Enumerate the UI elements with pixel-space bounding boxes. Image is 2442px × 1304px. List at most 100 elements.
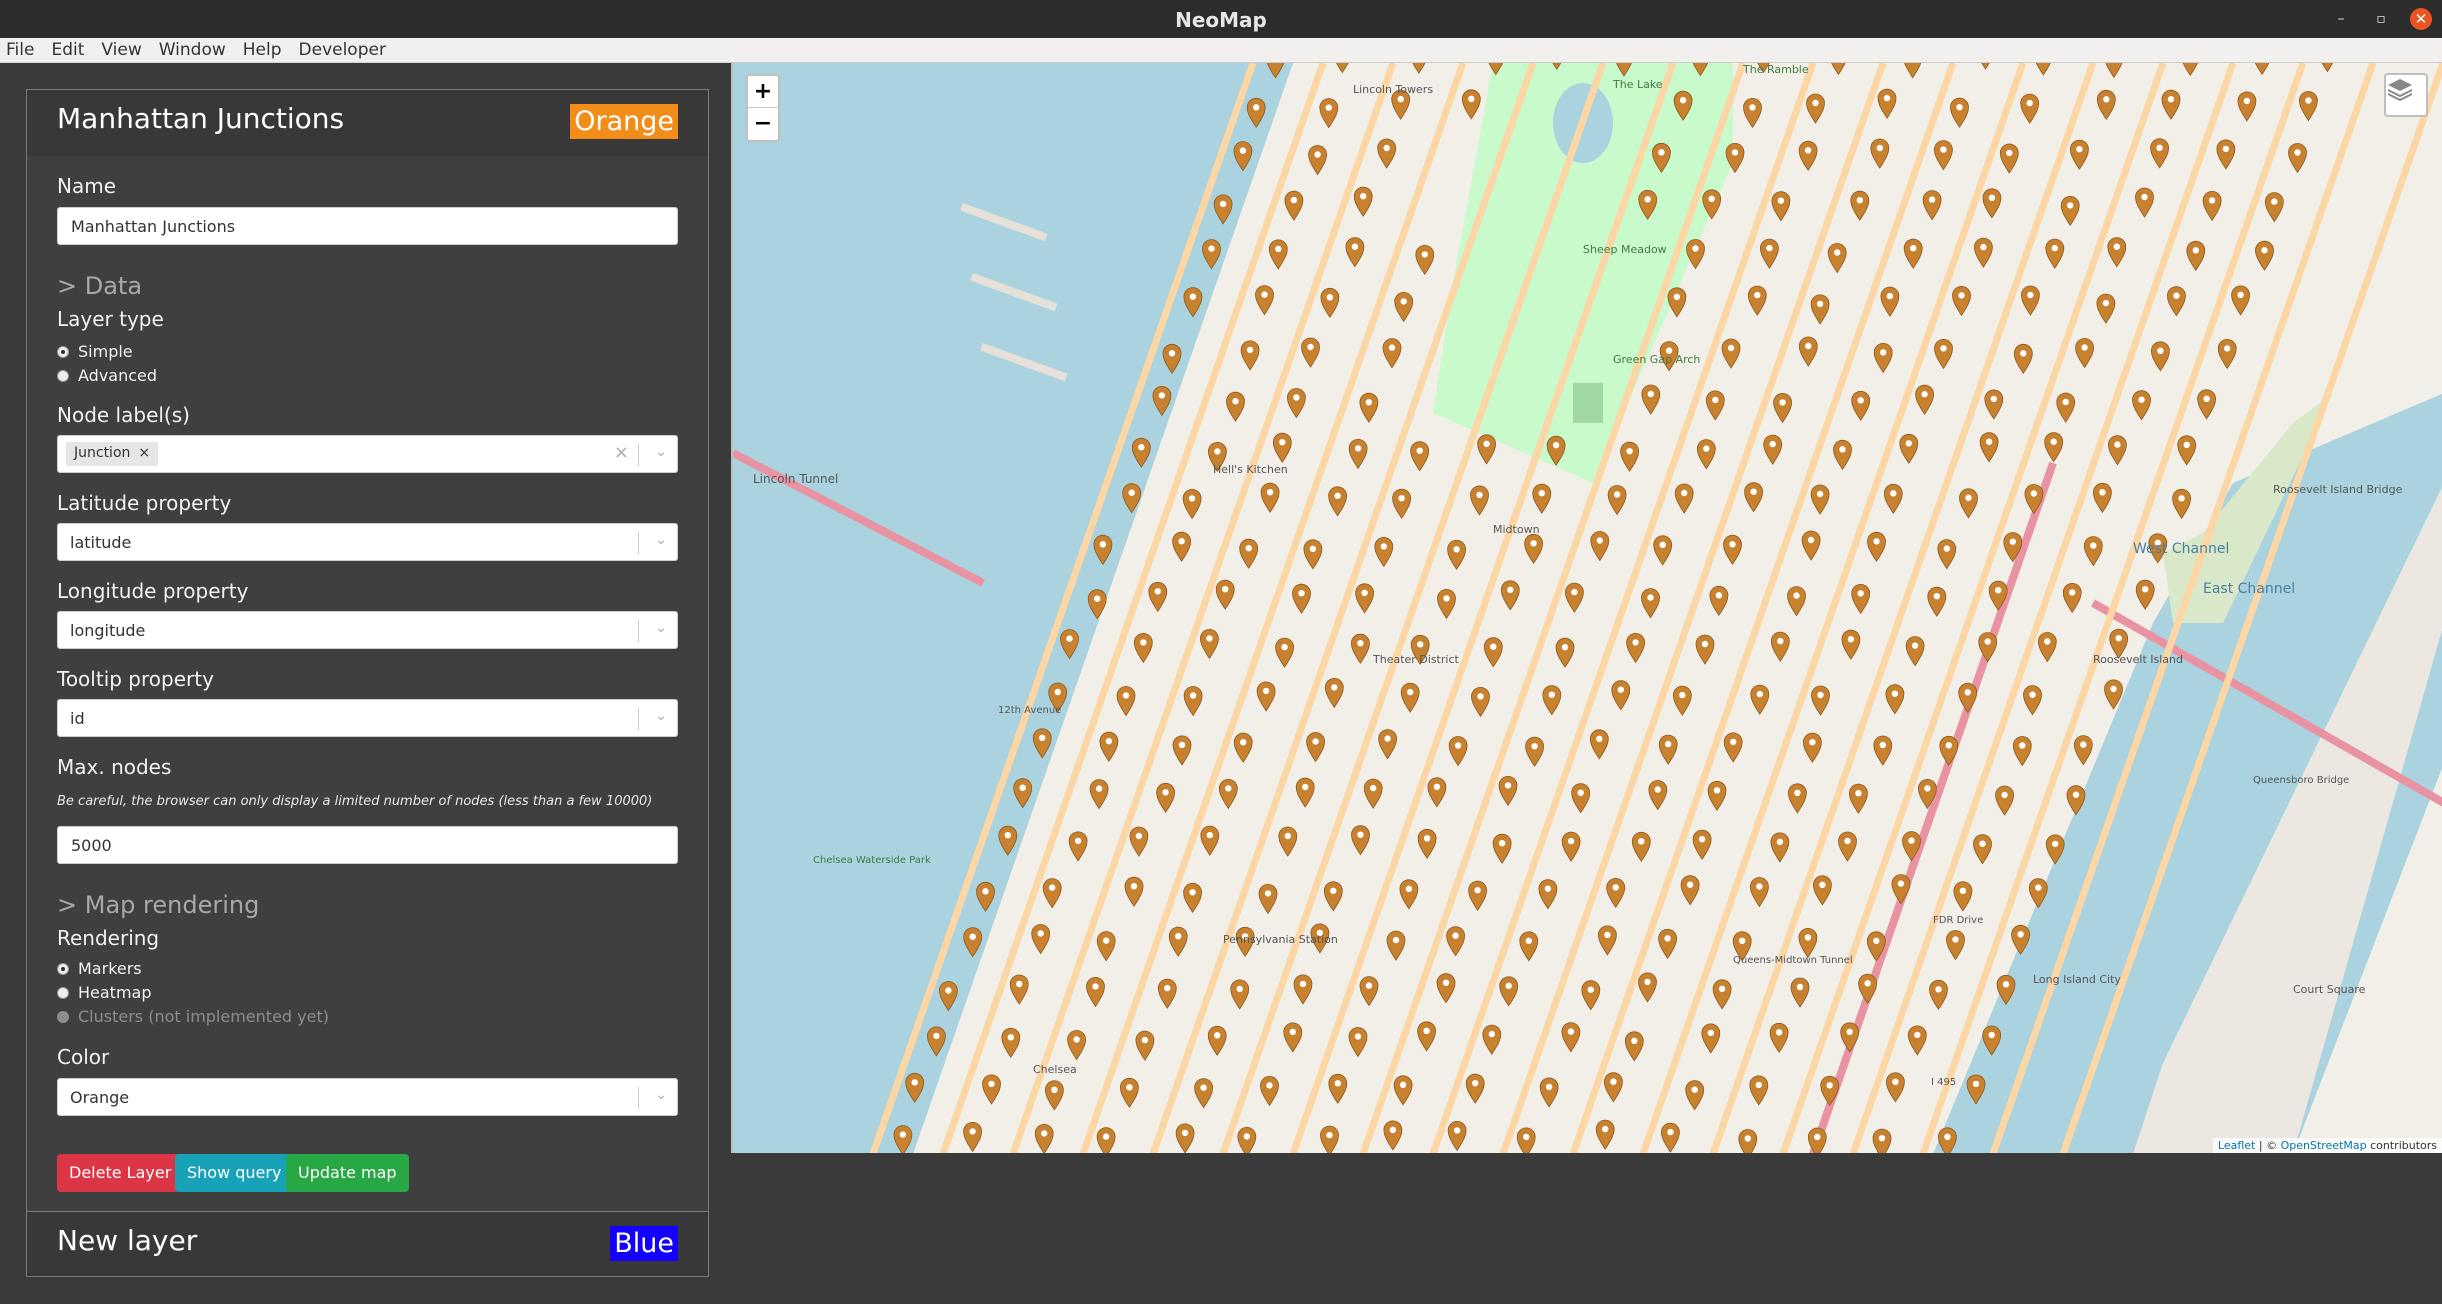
map-marker[interactable]	[1162, 343, 1182, 375]
menu-edit[interactable]: Edit	[51, 40, 84, 60]
leaflet-link[interactable]: Leaflet	[2218, 1139, 2255, 1152]
map-marker[interactable]	[1152, 386, 1172, 417]
map-marker[interactable]	[1131, 437, 1151, 468]
map-marker[interactable]	[1246, 97, 1266, 129]
map-marker[interactable]	[1996, 974, 2016, 1006]
map-marker[interactable]	[1093, 534, 1113, 566]
attribution-tail: contributors	[2366, 1139, 2437, 1152]
chevron-down-icon[interactable]: ⌄	[655, 708, 667, 724]
longitude-select[interactable]: longitude ⌄	[57, 611, 678, 649]
menu-developer[interactable]: Developer	[299, 40, 386, 60]
latitude-label: Latitude property	[57, 491, 232, 515]
map-label-roosevelt-bridge: Roosevelt Island Bridge	[2273, 483, 2403, 496]
minimize-button[interactable]: –	[2330, 8, 2352, 30]
radio-advanced[interactable]: Advanced	[57, 366, 157, 385]
max-nodes-help: Be careful, the browser can only display…	[57, 794, 653, 809]
select-separator	[638, 532, 639, 554]
radio-simple[interactable]: Simple	[57, 342, 133, 361]
longitude-label: Longitude property	[57, 579, 249, 603]
map-marker[interactable]	[1266, 63, 1285, 79]
map-marker[interactable]	[1233, 141, 1253, 172]
chevron-down-icon[interactable]: ⌄	[655, 532, 667, 548]
latitude-select[interactable]: latitude ⌄	[57, 523, 678, 561]
attribution-separator: | ©	[2255, 1139, 2281, 1152]
name-label: Name	[57, 174, 117, 198]
map-marker[interactable]	[938, 981, 958, 1012]
map-marker[interactable]	[1213, 194, 1233, 225]
radio-label: Advanced	[78, 366, 158, 385]
map-marker[interactable]	[1183, 287, 1203, 318]
map-marker[interactable]	[976, 881, 995, 913]
map-marker[interactable]	[1982, 1025, 2002, 1056]
map-marker[interactable]	[1032, 728, 1052, 759]
radio-markers[interactable]: Markers	[57, 959, 142, 978]
pier	[970, 272, 1058, 312]
map-marker[interactable]	[1938, 1127, 1957, 1153]
map-marker[interactable]	[893, 1125, 913, 1153]
menu-file[interactable]: File	[6, 40, 34, 60]
map-marker[interactable]	[998, 825, 1018, 856]
new-layer-header[interactable]: New layer Blue	[26, 1211, 709, 1277]
map-marker[interactable]	[1966, 1074, 1986, 1105]
map-canvas[interactable]: Lincoln Tunnel West Channel East Channel…	[733, 63, 2442, 1153]
map-marker[interactable]	[1202, 239, 1221, 270]
node-labels-select[interactable]: Junction × × ⌄	[57, 435, 678, 473]
map-label-theater-district: Theater District	[1372, 653, 1459, 666]
menu-view[interactable]: View	[101, 40, 141, 60]
map-label-queensboro-bridge: Queensboro Bridge	[2253, 775, 2349, 786]
radio-heatmap[interactable]: Heatmap	[57, 983, 152, 1002]
map-marker[interactable]	[1060, 629, 1079, 660]
chevron-down-icon[interactable]: ⌄	[655, 444, 667, 460]
maximize-button[interactable]: ▫	[2370, 8, 2392, 30]
map-label-lincoln-tunnel: Lincoln Tunnel	[753, 472, 838, 486]
max-nodes-input[interactable]: 5000	[57, 826, 678, 864]
map-rendering-section-toggle[interactable]: > Map rendering	[57, 891, 259, 919]
node-label-chip: Junction ×	[66, 442, 159, 466]
select-value: Orange	[70, 1088, 130, 1107]
radio-dot	[57, 962, 69, 975]
new-layer-color-badge: Blue	[610, 1226, 678, 1261]
layers-control[interactable]	[2384, 73, 2428, 117]
zoom-out-button[interactable]: −	[748, 108, 778, 140]
rendering-label: Rendering	[57, 926, 160, 950]
update-map-button[interactable]: Update map	[286, 1154, 409, 1192]
color-select[interactable]: Orange ⌄	[57, 1078, 678, 1116]
delete-layer-button[interactable]: Delete Layer	[57, 1154, 184, 1192]
map-marker[interactable]	[1013, 778, 1033, 809]
map-label-court-square: Court Square	[2293, 983, 2366, 996]
select-value: longitude	[70, 621, 146, 640]
chip-remove-icon[interactable]: ×	[138, 445, 150, 461]
chevron-down-icon[interactable]: ⌄	[655, 620, 667, 636]
map-attribution: Leaflet | © OpenStreetMap contributors	[2212, 1138, 2442, 1153]
color-badge: Orange	[570, 104, 678, 139]
chevron-down-icon[interactable]: ⌄	[655, 1087, 667, 1103]
menu-window[interactable]: Window	[159, 40, 226, 60]
map-label-queens-midtown-tunnel: Queens-Midtown Tunnel	[1733, 955, 1853, 966]
map-view[interactable]: Lincoln Tunnel West Channel East Channel…	[731, 62, 2442, 1153]
layer-panel: Manhattan Junctions Orange Name Manhatta…	[26, 89, 709, 1213]
zoom-in-button[interactable]: +	[748, 76, 778, 108]
data-section-toggle[interactable]: > Data	[57, 272, 142, 300]
menu-help[interactable]: Help	[243, 40, 282, 60]
map-marker[interactable]	[963, 927, 983, 958]
map-label-i495: I 495	[1931, 1077, 1956, 1088]
map-label-the-lake: The Lake	[1612, 78, 1663, 91]
map-label-sheep-meadow: Sheep Meadow	[1583, 243, 1667, 256]
layer-header[interactable]: Manhattan Junctions Orange	[27, 90, 708, 156]
osm-link[interactable]: OpenStreetMap	[2281, 1139, 2367, 1152]
map-label-lic: Long Island City	[2033, 973, 2121, 986]
name-input[interactable]: Manhattan Junctions	[57, 207, 678, 245]
new-layer-title: New layer	[57, 1224, 198, 1257]
layer-type-label: Layer type	[57, 307, 164, 331]
close-button[interactable]: ✕	[2410, 8, 2432, 30]
map-marker[interactable]	[926, 1026, 946, 1057]
node-labels-label: Node label(s)	[57, 403, 190, 427]
tooltip-select[interactable]: id ⌄	[57, 699, 678, 737]
radio-dot	[57, 986, 69, 999]
map-label-green-gap-arch: Green Gap Arch	[1613, 353, 1700, 366]
select-separator	[638, 620, 639, 642]
map-marker[interactable]	[905, 1072, 925, 1104]
clear-icon[interactable]: ×	[614, 442, 629, 463]
map-label-fdr-drive: FDR Drive	[1933, 915, 1983, 926]
show-query-button[interactable]: Show query	[175, 1154, 294, 1192]
